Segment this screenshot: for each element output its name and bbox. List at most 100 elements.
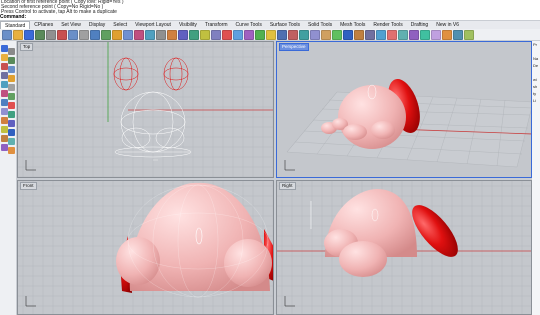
- sidebar-tool-icon[interactable]: [8, 120, 15, 127]
- tab-set-view[interactable]: Set View: [57, 21, 85, 29]
- viewport-front-label[interactable]: Front: [20, 182, 37, 190]
- tab-visibility[interactable]: Visibility: [175, 21, 201, 29]
- tab-render-tools[interactable]: Render Tools: [369, 21, 406, 29]
- toolbar-tool-icon[interactable]: [156, 29, 166, 40]
- tab-transform[interactable]: Transform: [201, 21, 232, 29]
- toolbar-tool-icon[interactable]: [266, 29, 276, 40]
- toolbar-tool-icon[interactable]: [112, 29, 122, 40]
- viewport-perspective[interactable]: Perspective: [276, 41, 532, 178]
- tab-surface-tools[interactable]: Surface Tools: [266, 21, 304, 29]
- toolbar-tool-icon[interactable]: [2, 29, 12, 40]
- toolbar-tool-icon[interactable]: [464, 29, 474, 40]
- toolbar-tool-icon[interactable]: [167, 29, 177, 40]
- viewport-top-label[interactable]: Top: [20, 43, 34, 51]
- sidebar-tool-icon[interactable]: [1, 90, 8, 97]
- sidebar-tool-icon[interactable]: [1, 126, 8, 133]
- toolbar-tool-icon[interactable]: [101, 29, 111, 40]
- toolbar-tool-icon[interactable]: [189, 29, 199, 40]
- toolbar-tool-icon[interactable]: [255, 29, 265, 40]
- toolbar-tool-icon[interactable]: [233, 29, 243, 40]
- toolbar-tool-icon[interactable]: [343, 29, 353, 40]
- toolbar-tool-icon[interactable]: [145, 29, 155, 40]
- viewport-front-canvas[interactable]: [18, 181, 274, 315]
- toolbar-tool-icon[interactable]: [365, 29, 375, 40]
- toolbar-tool-icon[interactable]: [288, 29, 298, 40]
- sidebar-tool-icon[interactable]: [1, 117, 8, 124]
- toolbar-tool-icon[interactable]: [178, 29, 188, 40]
- sidebar-tool-icon[interactable]: [8, 129, 15, 136]
- tab-new-in-v6[interactable]: New in V6: [432, 21, 463, 29]
- viewport-right[interactable]: Right: [276, 180, 532, 315]
- sidebar-tool-icon[interactable]: [1, 108, 8, 115]
- sidebar-tool-icon[interactable]: [8, 75, 15, 82]
- viewport-perspective-label[interactable]: Perspective: [279, 43, 309, 51]
- sidebar-tool-icon[interactable]: [1, 45, 8, 52]
- cplane-axis-icon: [25, 296, 36, 307]
- sidebar-tool-icon[interactable]: [8, 102, 15, 109]
- toolbar-tool-icon[interactable]: [277, 29, 287, 40]
- sidebar-tool-icon[interactable]: [8, 84, 15, 91]
- toolbar-tool-icon[interactable]: [409, 29, 419, 40]
- viewport-top-canvas[interactable]: [18, 42, 274, 178]
- toolbar-tool-icon[interactable]: [387, 29, 397, 40]
- toolbar-tool-icon[interactable]: [35, 29, 45, 40]
- toolbar-tool-icon[interactable]: [453, 29, 463, 40]
- panel-row: De: [533, 63, 539, 68]
- sidebar-tool-icon[interactable]: [1, 63, 8, 70]
- toolbar-tool-icon[interactable]: [321, 29, 331, 40]
- sidebar-tool-icon[interactable]: [1, 144, 8, 151]
- viewport-right-label[interactable]: Right: [279, 182, 296, 190]
- panel-row: sh: [533, 84, 538, 89]
- sidebar-tool-icon[interactable]: [8, 138, 15, 145]
- sidebar-tool-icon[interactable]: [1, 72, 8, 79]
- viewport-right-canvas[interactable]: [277, 181, 532, 315]
- sidebar-tool-icon[interactable]: [8, 111, 15, 118]
- tab-viewport-layout[interactable]: Viewport Layout: [131, 21, 175, 29]
- panel-row: Li: [533, 98, 537, 103]
- toolbar-tool-icon[interactable]: [442, 29, 452, 40]
- tab-solid-tools[interactable]: Solid Tools: [304, 21, 336, 29]
- panel-row: [532, 69, 540, 76]
- tab-curve-tools[interactable]: Curve Tools: [232, 21, 266, 29]
- toolbar-tool-icon[interactable]: [299, 29, 309, 40]
- viewport-front[interactable]: Front: [17, 180, 274, 315]
- toolbar-tool-icon[interactable]: [90, 29, 100, 40]
- toolbar-tool-icon[interactable]: [222, 29, 232, 40]
- sidebar-tool-icon[interactable]: [8, 57, 15, 64]
- sidebar-tool-icon[interactable]: [8, 48, 15, 55]
- toolbar-tool-icon[interactable]: [244, 29, 254, 40]
- sidebar-tool-icon[interactable]: [8, 147, 15, 154]
- tab-cplanes[interactable]: CPlanes: [30, 21, 57, 29]
- command-prompt[interactable]: Command:: [0, 14, 540, 20]
- toolbar-tool-icon[interactable]: [420, 29, 430, 40]
- sidebar-tool-icon[interactable]: [8, 66, 15, 73]
- toolbar-tool-icon[interactable]: [310, 29, 320, 40]
- toolbar-tool-icon[interactable]: [134, 29, 144, 40]
- toolbar-tool-icon[interactable]: [24, 29, 34, 40]
- viewport-perspective-canvas[interactable]: [277, 42, 532, 178]
- toolbar-tool-icon[interactable]: [79, 29, 89, 40]
- toolbar-tool-icon[interactable]: [431, 29, 441, 40]
- sidebar-tool-icon[interactable]: [1, 81, 8, 88]
- toolbar-tool-icon[interactable]: [46, 29, 56, 40]
- toolbar-tool-icon[interactable]: [332, 29, 342, 40]
- toolbar-tool-icon[interactable]: [123, 29, 133, 40]
- toolbar-tool-icon[interactable]: [200, 29, 210, 40]
- toolbar-tool-icon[interactable]: [211, 29, 221, 40]
- toolbar-tool-icon[interactable]: [376, 29, 386, 40]
- tab-display[interactable]: Display: [85, 21, 109, 29]
- tab-mesh-tools[interactable]: Mesh Tools: [336, 21, 369, 29]
- toolbar-tool-icon[interactable]: [57, 29, 67, 40]
- front-view-model: [116, 182, 273, 298]
- toolbar-tool-icon[interactable]: [398, 29, 408, 40]
- toolbar-tool-icon[interactable]: [68, 29, 78, 40]
- tab-drafting[interactable]: Drafting: [407, 21, 433, 29]
- toolbar-tool-icon[interactable]: [13, 29, 23, 40]
- sidebar-tool-icon[interactable]: [1, 54, 8, 61]
- toolbar-tool-icon[interactable]: [354, 29, 364, 40]
- viewport-top[interactable]: Top: [17, 41, 274, 178]
- sidebar-tool-icon[interactable]: [8, 93, 15, 100]
- sidebar-tool-icon[interactable]: [1, 135, 8, 142]
- tab-select[interactable]: Select: [109, 21, 131, 29]
- sidebar-tool-icon[interactable]: [1, 99, 8, 106]
